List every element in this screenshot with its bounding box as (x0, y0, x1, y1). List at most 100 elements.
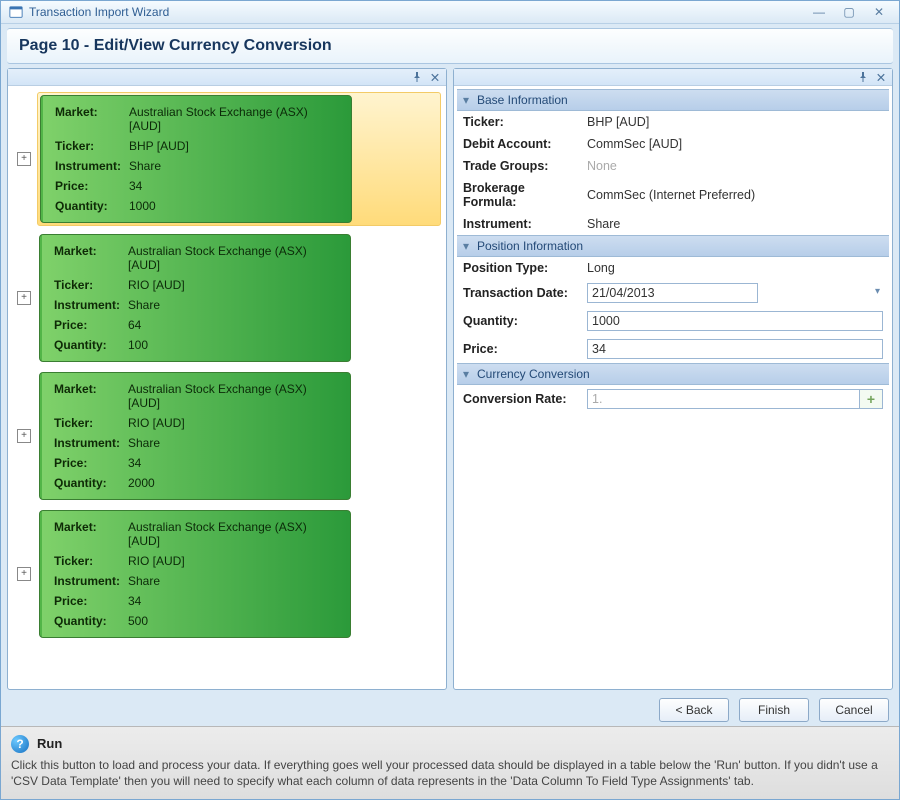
card-price-value: 34 (124, 591, 340, 611)
window-title: Transaction Import Wizard (29, 5, 169, 19)
record-row[interactable]: + Market:Australian Stock Exchange (ASX) … (17, 508, 441, 640)
row-price: Price: (457, 335, 889, 363)
row-debit-account: Debit Account: CommSec [AUD] (457, 133, 889, 155)
card-instrument-label: Instrument: (50, 433, 124, 453)
page-title: Page 10 - Edit/View Currency Conversion (19, 37, 881, 55)
position-type-label: Position Type: (463, 261, 581, 275)
row-transaction-date: Transaction Date: ▾ (457, 279, 889, 307)
close-pane-icon[interactable]: ✕ (874, 70, 888, 84)
card-quantity-value: 2000 (124, 473, 340, 493)
card-price-value: 34 (124, 453, 340, 473)
card-instrument-label: Instrument: (50, 571, 124, 591)
details-body: ▾ Base Information Ticker: BHP [AUD] Deb… (454, 86, 892, 689)
record-card[interactable]: Market:Australian Stock Exchange (ASX) [… (39, 510, 351, 638)
section-base-header[interactable]: ▾ Base Information (457, 89, 889, 111)
page-heading: Page 10 - Edit/View Currency Conversion (7, 28, 893, 64)
cancel-button[interactable]: Cancel (819, 698, 889, 722)
debit-account-label: Debit Account: (463, 137, 581, 151)
row-trade-groups: Trade Groups: None (457, 155, 889, 177)
card-market-label: Market: (50, 379, 124, 413)
row-instrument: Instrument: Share (457, 213, 889, 235)
card-market-value: Australian Stock Exchange (ASX) [AUD] (124, 379, 340, 413)
card-price-label: Price: (50, 315, 124, 335)
card-ticker-label: Ticker: (50, 413, 124, 433)
card-market-label: Market: (50, 241, 124, 275)
row-quantity: Quantity: (457, 307, 889, 335)
debit-account-value: CommSec [AUD] (587, 137, 883, 151)
ticker-value: BHP [AUD] (587, 115, 883, 129)
quantity-label: Quantity: (463, 314, 581, 328)
card-quantity-label: Quantity: (50, 335, 124, 355)
transaction-date-label: Transaction Date: (463, 286, 581, 300)
help-title: Run (37, 736, 62, 751)
section-position-label: Position Information (477, 239, 583, 253)
records-panel: ✕ +Market:Australian Stock Exchange (ASX… (7, 68, 447, 690)
pin-icon[interactable] (410, 70, 424, 84)
expand-icon[interactable]: + (17, 291, 31, 305)
card-market-value: Australian Stock Exchange (ASX) [AUD] (124, 517, 340, 551)
section-position-header[interactable]: ▾ Position Information (457, 235, 889, 257)
record-card[interactable]: Market:Australian Stock Exchange (ASX) [… (39, 372, 351, 500)
card-market-value: Australian Stock Exchange (ASX) [AUD] (124, 241, 340, 275)
chevron-down-icon: ▾ (463, 367, 473, 381)
add-conversion-icon[interactable]: + (860, 389, 883, 409)
back-button[interactable]: < Back (659, 698, 729, 722)
ticker-label: Ticker: (463, 115, 581, 129)
records-body: +Market:Australian Stock Exchange (ASX) … (8, 86, 446, 689)
card-ticker-label: Ticker: (50, 275, 124, 295)
finish-button[interactable]: Finish (739, 698, 809, 722)
transaction-date-input[interactable] (587, 283, 758, 303)
maximize-button[interactable]: ▢ (837, 5, 861, 19)
section-base-label: Base Information (477, 93, 568, 107)
details-pinbar: ✕ (454, 69, 892, 86)
card-instrument-value: Share (124, 571, 340, 591)
card-ticker-value: RIO [AUD] (124, 275, 340, 295)
card-ticker-value: RIO [AUD] (124, 551, 340, 571)
instrument-label: Instrument: (463, 217, 581, 231)
price-input[interactable] (587, 339, 883, 359)
card-instrument-value: Share (124, 295, 340, 315)
card-quantity-label: Quantity: (51, 196, 125, 216)
record-card[interactable]: Market:Australian Stock Exchange (ASX) [… (39, 234, 351, 362)
card-quantity-value: 100 (124, 335, 340, 355)
help-panel: ? Run Click this button to load and proc… (1, 726, 899, 799)
expand-icon[interactable]: + (17, 567, 31, 581)
trade-groups-value: None (587, 159, 883, 173)
minimize-button[interactable]: — (807, 5, 831, 19)
conversion-rate-label: Conversion Rate: (463, 392, 581, 406)
card-market-value: Australian Stock Exchange (ASX) [AUD] (125, 102, 341, 136)
chevron-down-icon: ▾ (463, 93, 473, 107)
section-currency-header[interactable]: ▾ Currency Conversion (457, 363, 889, 385)
brokerage-formula-value: CommSec (Internet Preferred) (587, 188, 883, 202)
date-dropdown-icon[interactable]: ▾ (875, 286, 880, 297)
trade-groups-label: Trade Groups: (463, 159, 581, 173)
close-window-button[interactable]: ✕ (867, 5, 891, 19)
record-card[interactable]: Market:Australian Stock Exchange (ASX) [… (40, 95, 352, 223)
row-brokerage-formula: Brokerage Formula: CommSec (Internet Pre… (457, 177, 889, 213)
card-market-label: Market: (50, 517, 124, 551)
app-icon (9, 5, 23, 19)
record-row[interactable]: + Market:Australian Stock Exchange (ASX) … (17, 370, 441, 502)
quantity-input[interactable] (587, 311, 883, 331)
help-body: Click this button to load and process yo… (11, 757, 889, 789)
card-instrument-value: Share (125, 156, 341, 176)
record-row[interactable]: + Market:Australian Stock Exchange (ASX) … (17, 232, 441, 364)
expand-icon[interactable]: + (17, 429, 31, 443)
pin-icon[interactable] (856, 70, 870, 84)
expand-icon[interactable]: + (17, 152, 31, 166)
card-price-label: Price: (50, 453, 124, 473)
close-pane-icon[interactable]: ✕ (428, 70, 442, 84)
card-quantity-value: 1000 (125, 196, 341, 216)
record-background: Market:Australian Stock Exchange (ASX) [… (37, 92, 441, 226)
main-split: ✕ +Market:Australian Stock Exchange (ASX… (7, 68, 893, 690)
chevron-down-icon: ▾ (463, 239, 473, 253)
card-price-value: 64 (124, 315, 340, 335)
conversion-rate-input[interactable] (587, 389, 860, 409)
record-row[interactable]: + Market:Australian Stock Exchange (ASX) … (17, 92, 441, 226)
card-ticker-value: RIO [AUD] (124, 413, 340, 433)
card-price-label: Price: (50, 591, 124, 611)
card-quantity-value: 500 (124, 611, 340, 631)
card-market-label: Market: (51, 102, 125, 136)
card-price-label: Price: (51, 176, 125, 196)
card-price-value: 34 (125, 176, 341, 196)
